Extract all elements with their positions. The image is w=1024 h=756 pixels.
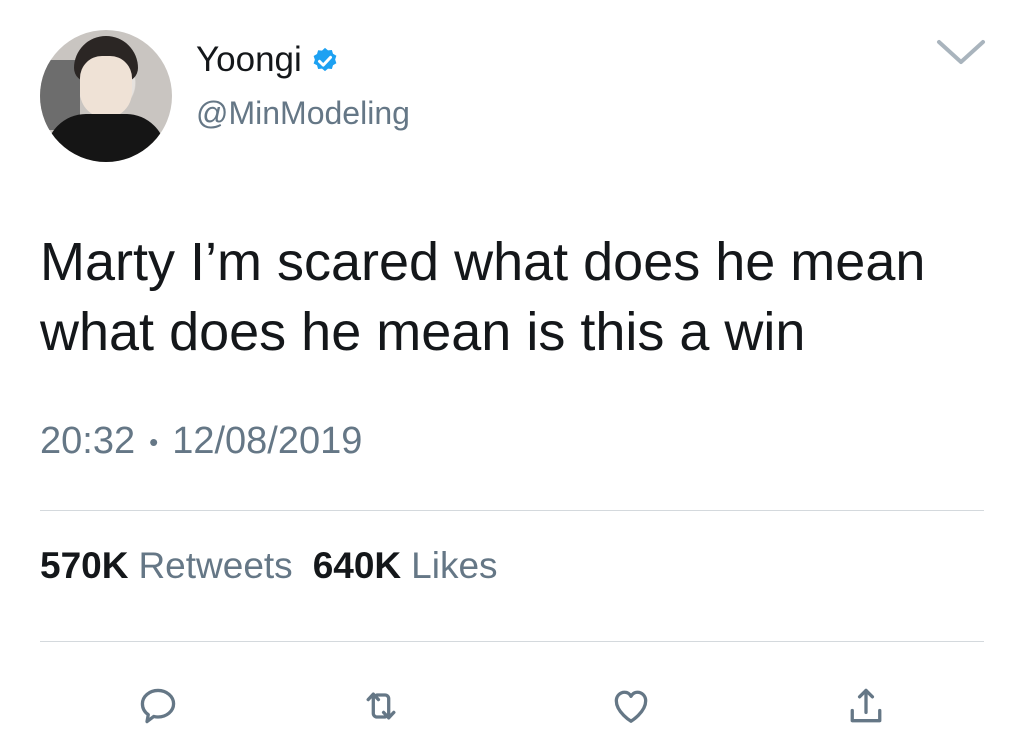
- likes-count[interactable]: 640K: [313, 545, 401, 587]
- tweet-text-line: what does he mean is this a win: [40, 302, 806, 362]
- divider: [40, 641, 984, 642]
- avatar-shirt: [46, 114, 166, 162]
- author-display-name[interactable]: Yoongi: [196, 40, 302, 80]
- retweets-label[interactable]: Retweets: [138, 545, 292, 587]
- author-handle[interactable]: @MinModeling: [196, 95, 410, 132]
- retweet-icon: [366, 692, 396, 720]
- reply-button[interactable]: [134, 682, 182, 730]
- engagement-stats: 570K Retweets 640K Likes: [40, 545, 518, 587]
- tweet-timestamp[interactable]: 20:32 • 12/08/2019: [40, 420, 362, 463]
- author-name-row[interactable]: Yoongi: [196, 40, 340, 80]
- retweets-count[interactable]: 570K: [40, 545, 128, 587]
- like-button[interactable]: [607, 682, 655, 730]
- share-button[interactable]: [842, 682, 890, 730]
- timestamp-separator: •: [149, 426, 159, 457]
- share-icon: [850, 688, 882, 723]
- verified-badge-icon: [310, 45, 340, 75]
- tweet-text-line: Marty I’m scared what does he mean: [40, 232, 926, 292]
- like-icon: [614, 690, 648, 723]
- avatar[interactable]: [40, 30, 172, 162]
- divider: [40, 510, 984, 511]
- tweet-time: 20:32: [40, 420, 136, 462]
- likes-label[interactable]: Likes: [411, 545, 497, 587]
- chevron-down-icon[interactable]: [935, 36, 987, 68]
- avatar-face: [80, 56, 132, 118]
- tweet-date: 12/08/2019: [172, 420, 363, 462]
- retweet-button[interactable]: [357, 682, 405, 730]
- tweet-text: Marty I’m scared what does he mean what …: [40, 227, 990, 367]
- reply-icon: [140, 688, 176, 724]
